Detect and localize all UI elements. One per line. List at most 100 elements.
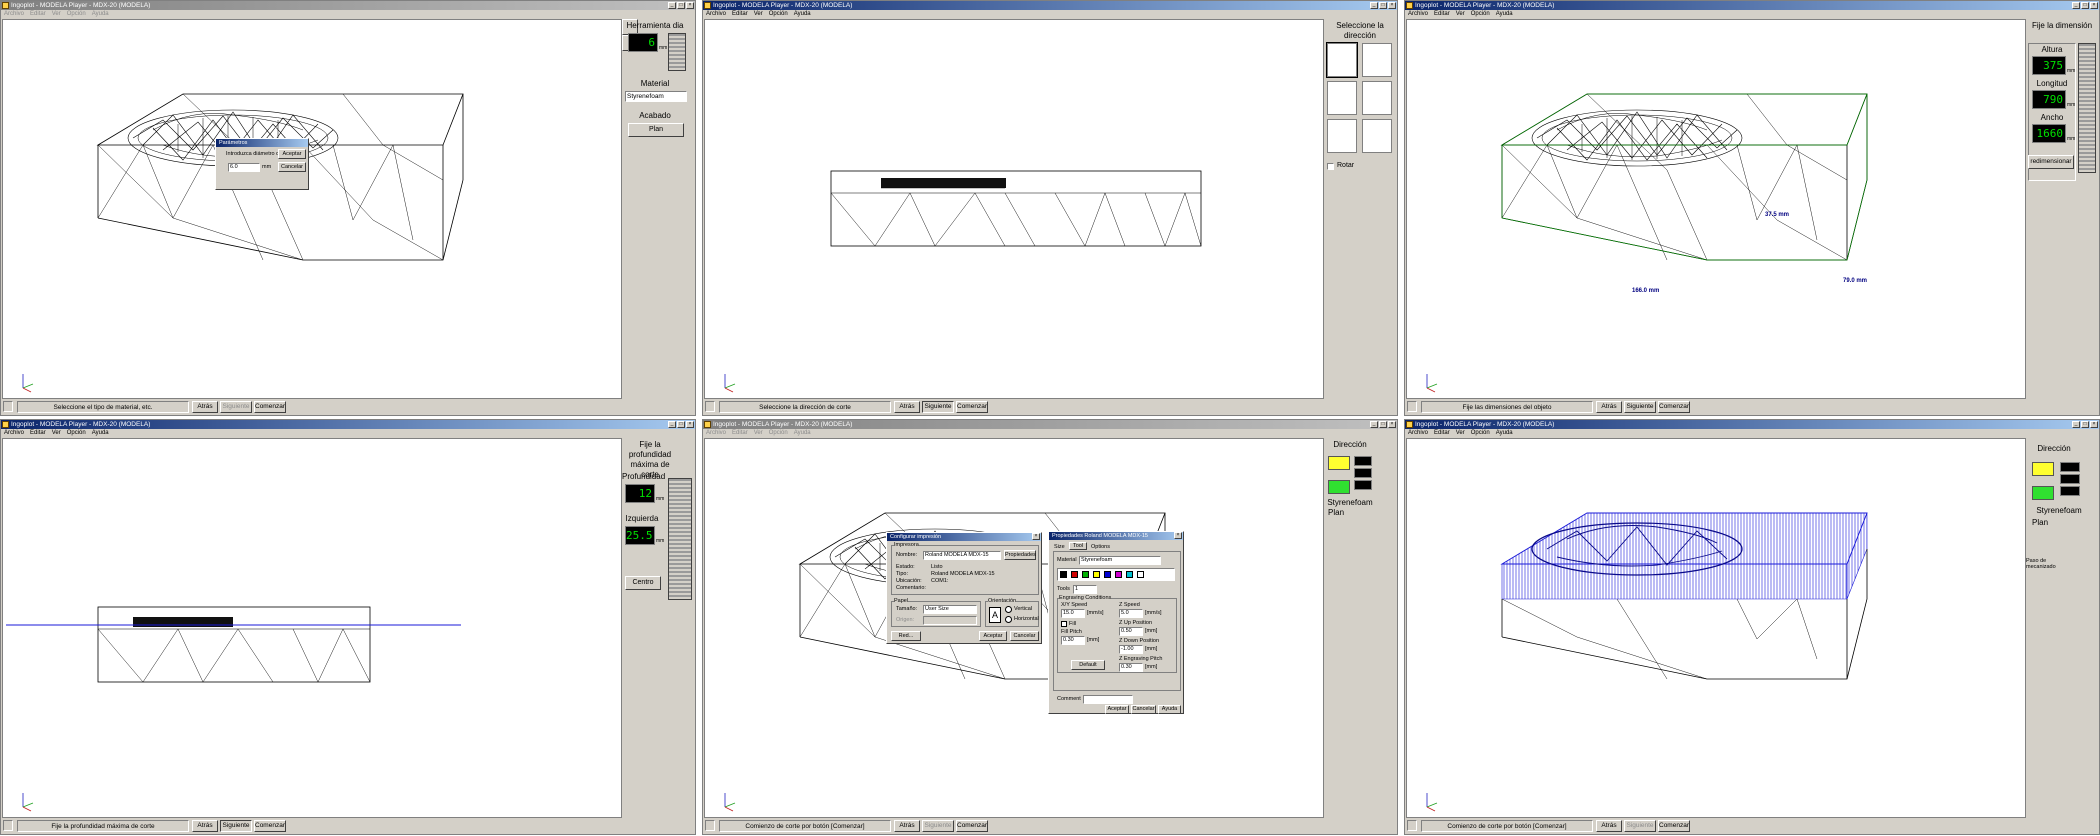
tool-swatch-7[interactable]	[1126, 571, 1133, 578]
menu-editar[interactable]: Editar	[30, 11, 46, 17]
minimize-icon[interactable]: _	[668, 2, 676, 9]
minimize-icon[interactable]: _	[1370, 421, 1378, 428]
maximize-icon[interactable]: □	[2081, 421, 2089, 428]
z-down-input[interactable]: -1.00	[1119, 645, 1143, 654]
left-display[interactable]: 25.5	[625, 526, 655, 545]
menu-ayuda[interactable]: Ayuda	[1496, 430, 1513, 436]
title-bar[interactable]: Ingoplot - MODELA Player - MDX-20 (MODEL…	[703, 420, 1397, 429]
accept-button[interactable]: Aceptar	[979, 631, 1007, 641]
tab-tool[interactable]: Tool	[1069, 542, 1088, 550]
direction-option-3[interactable]	[1327, 81, 1357, 115]
menu-editar[interactable]: Editar	[30, 430, 46, 436]
close-icon[interactable]: ×	[2090, 421, 2098, 428]
next-button[interactable]: Siguiente	[220, 401, 252, 413]
close-icon[interactable]: ×	[1174, 532, 1182, 539]
menu-ver[interactable]: Ver	[52, 430, 61, 436]
material-select[interactable]: Styrenefoam	[625, 91, 687, 102]
start-button[interactable]: Comenzar	[1658, 401, 1690, 413]
menu-opcion[interactable]: Opción	[769, 11, 788, 17]
maximize-icon[interactable]: □	[2081, 2, 2089, 9]
tool-swatch-3[interactable]	[1082, 571, 1089, 578]
comment-input[interactable]	[1083, 695, 1133, 704]
accept-button[interactable]: Aceptar	[1105, 705, 1129, 714]
bottom-direction-cube-icon[interactable]	[2032, 486, 2054, 500]
menu-opcion[interactable]: Opción	[67, 11, 86, 17]
menu-opcion[interactable]: Opción	[1471, 430, 1490, 436]
tab-options[interactable]: Options	[1091, 544, 1110, 550]
cancel-button[interactable]: Cancelar	[1010, 631, 1039, 641]
plan-button[interactable]: Plan	[628, 123, 684, 137]
help-button[interactable]: Ayuda	[1158, 705, 1181, 714]
tool-swatch-2[interactable]	[1071, 571, 1078, 578]
close-icon[interactable]: ×	[686, 421, 694, 428]
close-icon[interactable]: ×	[686, 2, 694, 9]
next-button[interactable]: Siguiente	[1624, 401, 1656, 413]
top-direction-cube-icon[interactable]	[2032, 462, 2054, 476]
next-button[interactable]: Siguiente	[1624, 820, 1656, 832]
title-bar[interactable]: Ingoplot - MODELA Player - MDX-20 (MODEL…	[1, 1, 695, 10]
height-display[interactable]: 375	[2032, 56, 2066, 75]
menu-archivo[interactable]: Archivo	[1408, 430, 1428, 436]
depth-gauge[interactable]	[668, 478, 692, 600]
menu-ver[interactable]: Ver	[52, 11, 61, 17]
model-viewport[interactable]: Parámetros Introduzca diámetro de 6.0 mm…	[2, 19, 622, 399]
model-viewport[interactable]: 37.5 mm 166.0 mm 79.0 mm	[1406, 19, 2026, 399]
fill-pitch-input[interactable]: 0.30	[1061, 636, 1085, 645]
network-button[interactable]: Red...	[891, 631, 921, 641]
minimize-icon[interactable]: _	[668, 421, 676, 428]
menu-ayuda[interactable]: Ayuda	[1496, 11, 1513, 17]
paper-source-select[interactable]	[923, 616, 977, 625]
direction-option-1[interactable]	[1326, 42, 1358, 78]
back-button[interactable]: Atrás	[1596, 401, 1622, 413]
minimize-icon[interactable]: _	[1370, 2, 1378, 9]
back-button[interactable]: Atrás	[192, 820, 218, 832]
z-up-input[interactable]: 0.50	[1119, 627, 1143, 636]
bottom-direction-cube-icon[interactable]	[1328, 480, 1350, 494]
rotate-checkbox[interactable]	[1327, 163, 1334, 170]
close-icon[interactable]: ×	[2090, 2, 2098, 9]
title-bar[interactable]: Ingoplot - MODELA Player - MDX-20 (MODEL…	[1405, 1, 2099, 10]
start-button[interactable]: Comenzar	[956, 820, 988, 832]
accept-button[interactable]: Aceptar	[278, 149, 306, 159]
title-bar[interactable]: Ingoplot - MODELA Player - MDX-20 (MODEL…	[1, 420, 695, 429]
diameter-input[interactable]: 6.0	[228, 163, 260, 172]
menu-opcion[interactable]: Opción	[67, 430, 86, 436]
menu-opcion[interactable]: Opción	[769, 430, 788, 436]
start-button[interactable]: Comenzar	[254, 401, 286, 413]
tool-swatch-4[interactable]	[1093, 571, 1100, 578]
cancel-button[interactable]: Cancelar	[278, 162, 306, 172]
minimize-icon[interactable]: _	[2072, 421, 2080, 428]
back-button[interactable]: Atrás	[1596, 820, 1622, 832]
fill-checkbox[interactable]	[1061, 621, 1067, 627]
resize-button[interactable]: redimensionar	[2028, 155, 2074, 169]
start-button[interactable]: Comenzar	[1658, 820, 1690, 832]
menu-archivo[interactable]: Archivo	[706, 430, 726, 436]
vertical-radio[interactable]	[1005, 606, 1012, 613]
back-button[interactable]: Atrás	[894, 820, 920, 832]
back-button[interactable]: Atrás	[192, 401, 218, 413]
width-display[interactable]: 1660	[2032, 124, 2066, 143]
tab-size[interactable]: Size	[1054, 544, 1065, 550]
menu-editar[interactable]: Editar	[732, 11, 748, 17]
menu-archivo[interactable]: Archivo	[4, 11, 24, 17]
next-button[interactable]: Siguiente	[220, 820, 252, 832]
model-viewport[interactable]	[1406, 438, 2026, 818]
menu-editar[interactable]: Editar	[1434, 430, 1450, 436]
maximize-icon[interactable]: □	[1379, 421, 1387, 428]
top-direction-cube-icon[interactable]	[1328, 456, 1350, 470]
next-button[interactable]: Siguiente	[922, 820, 954, 832]
menu-ver[interactable]: Ver	[754, 430, 763, 436]
title-bar[interactable]: Ingoplot - MODELA Player - MDX-20 (MODEL…	[703, 1, 1397, 10]
default-button[interactable]: Default	[1071, 660, 1105, 670]
direction-option-6[interactable]	[1362, 119, 1392, 153]
minimize-icon[interactable]: _	[2072, 2, 2080, 9]
close-icon[interactable]: ×	[1032, 533, 1040, 540]
tools-select[interactable]: 1	[1073, 585, 1097, 594]
direction-option-2[interactable]	[1362, 43, 1392, 77]
model-viewport[interactable]	[2, 438, 622, 818]
center-button[interactable]: Centro	[625, 576, 661, 590]
menu-ver[interactable]: Ver	[1456, 430, 1465, 436]
printer-name-select[interactable]: Roland MODELA MDX-15	[923, 551, 1001, 560]
menu-ayuda[interactable]: Ayuda	[92, 430, 109, 436]
close-icon[interactable]: ×	[1388, 421, 1396, 428]
